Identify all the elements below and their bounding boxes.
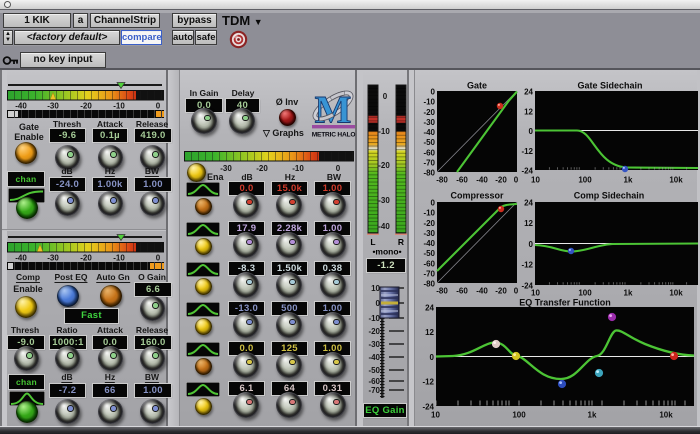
svg-text:100: 100 xyxy=(578,176,592,185)
svg-text:-12: -12 xyxy=(422,378,434,387)
svg-text:0: 0 xyxy=(529,127,534,136)
svg-text:-70: -70 xyxy=(423,158,435,167)
svg-text:-40: -40 xyxy=(423,239,435,248)
svg-text:Gate Sidechain: Gate Sidechain xyxy=(577,81,642,91)
svg-text:-60: -60 xyxy=(423,259,435,268)
svg-text:10: 10 xyxy=(371,284,380,293)
svg-text:10k: 10k xyxy=(669,289,683,298)
svg-text:0: 0 xyxy=(156,102,161,111)
svg-text:12: 12 xyxy=(524,107,533,116)
svg-text:-30: -30 xyxy=(378,196,390,205)
svg-text:-80: -80 xyxy=(436,287,448,296)
svg-text:-10: -10 xyxy=(378,127,390,136)
svg-text:-10: -10 xyxy=(113,102,125,111)
svg-text:-40: -40 xyxy=(476,287,488,296)
svg-text:-60: -60 xyxy=(423,148,435,157)
svg-text:12: 12 xyxy=(524,219,533,228)
svg-text:-10: -10 xyxy=(423,209,435,218)
svg-text:-80: -80 xyxy=(423,169,435,178)
svg-text:-30: -30 xyxy=(368,340,380,349)
svg-text:0: 0 xyxy=(383,92,388,101)
svg-text:1k: 1k xyxy=(624,176,633,185)
svg-text:Compressor: Compressor xyxy=(450,191,504,201)
svg-text:1k: 1k xyxy=(624,289,633,298)
svg-text:0: 0 xyxy=(514,287,519,296)
svg-text:EQ Transfer Function: EQ Transfer Function xyxy=(519,298,611,308)
svg-text:10: 10 xyxy=(531,289,540,298)
svg-text:L: L xyxy=(370,237,375,247)
svg-text:0: 0 xyxy=(156,254,161,263)
svg-text:-30: -30 xyxy=(423,229,435,238)
svg-text:-40: -40 xyxy=(15,254,27,263)
svg-text:Comp Sidechain: Comp Sidechain xyxy=(574,191,645,201)
svg-text:-20: -20 xyxy=(256,164,268,173)
svg-text:-70: -70 xyxy=(423,269,435,278)
svg-text:-30: -30 xyxy=(423,118,435,127)
svg-text:1k: 1k xyxy=(588,411,597,420)
svg-text:-20: -20 xyxy=(495,287,507,296)
svg-text:-20: -20 xyxy=(368,327,380,336)
svg-text:0: 0 xyxy=(431,88,436,97)
svg-text:24: 24 xyxy=(524,88,533,97)
svg-text:-12: -12 xyxy=(521,147,533,156)
svg-text:-20: -20 xyxy=(378,161,390,170)
svg-text:-10: -10 xyxy=(368,314,380,323)
svg-text:0: 0 xyxy=(529,240,534,249)
svg-text:100: 100 xyxy=(512,411,526,420)
svg-text:-12: -12 xyxy=(521,261,533,270)
svg-text:10: 10 xyxy=(431,411,440,420)
svg-text:-40: -40 xyxy=(368,353,380,362)
svg-text:-70: -70 xyxy=(368,386,380,395)
svg-text:0: 0 xyxy=(430,353,435,362)
svg-text:METRIC HALO: METRIC HALO xyxy=(312,132,356,139)
svg-text:-30: -30 xyxy=(47,254,59,263)
svg-text:0: 0 xyxy=(514,176,519,185)
svg-text:-10: -10 xyxy=(113,254,125,263)
svg-text:-40: -40 xyxy=(476,176,488,185)
svg-text:-60: -60 xyxy=(368,377,380,386)
svg-text:-60: -60 xyxy=(456,176,468,185)
svg-text:-80: -80 xyxy=(436,176,448,185)
svg-text:-40: -40 xyxy=(378,222,390,231)
svg-text:-10: -10 xyxy=(423,98,435,107)
svg-text:24: 24 xyxy=(425,304,434,313)
svg-text:R: R xyxy=(398,237,404,247)
svg-text:-50: -50 xyxy=(423,249,435,258)
svg-text:24: 24 xyxy=(524,199,533,208)
svg-text:-30: -30 xyxy=(47,102,59,111)
svg-text:-20: -20 xyxy=(80,254,92,263)
svg-text:-20: -20 xyxy=(495,176,507,185)
svg-text:-60: -60 xyxy=(456,287,468,296)
svg-text:-50: -50 xyxy=(423,138,435,147)
svg-text:Gate: Gate xyxy=(467,81,487,91)
svg-text:10k: 10k xyxy=(659,411,673,420)
svg-text:-20: -20 xyxy=(423,108,435,117)
svg-text:-40: -40 xyxy=(15,102,27,111)
svg-text:0: 0 xyxy=(431,199,436,208)
svg-text:-40: -40 xyxy=(423,128,435,137)
svg-text:100: 100 xyxy=(578,289,592,298)
svg-text:-50: -50 xyxy=(368,366,380,375)
svg-text:12: 12 xyxy=(425,328,434,337)
svg-text:10k: 10k xyxy=(669,176,683,185)
svg-text:10: 10 xyxy=(531,176,540,185)
svg-text:-20: -20 xyxy=(80,102,92,111)
svg-text:-24: -24 xyxy=(521,167,533,176)
svg-text:•mono•: •mono• xyxy=(372,247,401,257)
svg-text:-80: -80 xyxy=(423,280,435,289)
svg-text:-20: -20 xyxy=(423,219,435,228)
